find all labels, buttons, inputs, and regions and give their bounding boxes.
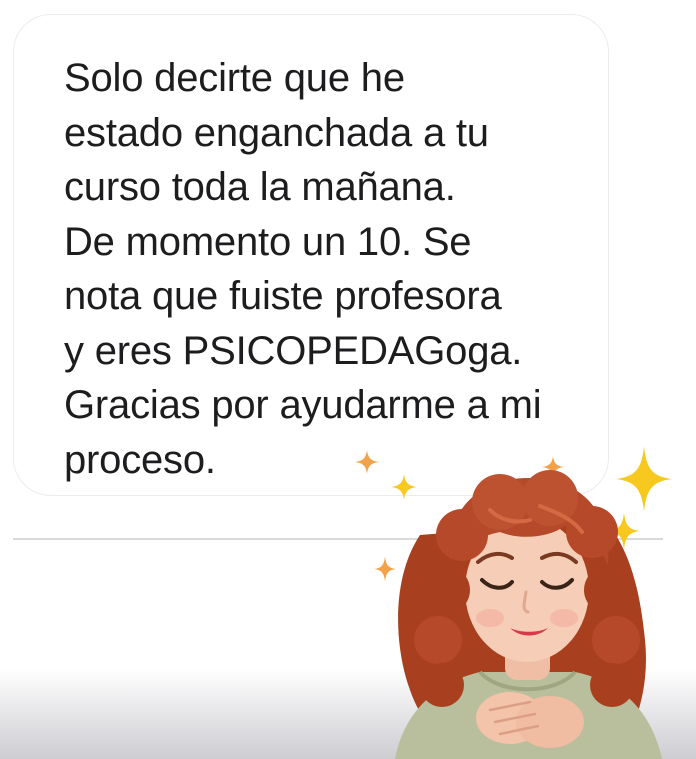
message-line: De momento un 10. Se [64, 219, 472, 264]
message-line: curso toda la mañana. [64, 165, 456, 209]
message-line: estado enganchada a tu [64, 110, 489, 155]
message-bubble: Solo decirte que he estado enganchada a … [13, 14, 609, 496]
avatar-sticker-heart-hands-icon [395, 470, 662, 759]
story-screen: Solo decirte que he estado enganchada a … [0, 0, 696, 759]
message-line: Solo decirte que he [64, 56, 405, 100]
message-text: Solo decirte que he estado enganchada a … [64, 51, 542, 487]
message-line: nota que fuiste profesora [64, 274, 502, 318]
message-line: Gracias por ayudarme a mi [64, 383, 542, 427]
message-line: y eres PSICOPEDAGoga. [64, 328, 523, 373]
